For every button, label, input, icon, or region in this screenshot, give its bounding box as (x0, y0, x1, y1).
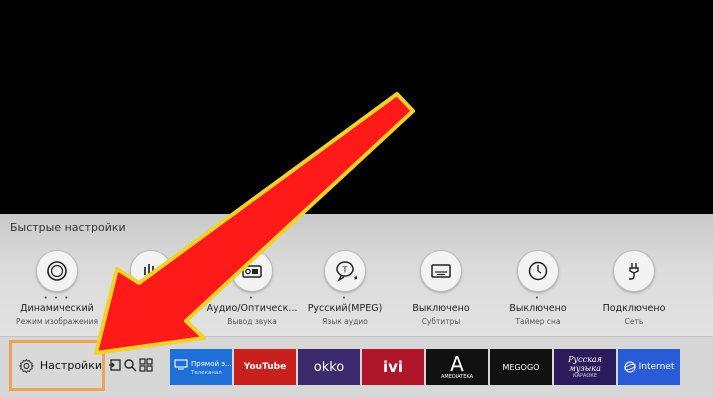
app-tile-sublabel: КАРАОКЕ (572, 373, 598, 379)
network-icon (613, 250, 655, 292)
audio-language-icon: T ★ (324, 250, 366, 292)
app-tile-amediateka[interactable]: A AMEDIATEKA (426, 349, 488, 385)
search-icon[interactable] (123, 358, 137, 372)
qs-item-sound-mode[interactable] (103, 250, 199, 306)
qs-item-sleep-timer[interactable]: • Выключено Таймер сна (490, 250, 586, 326)
app-tile-label: ivi (382, 358, 404, 376)
app-tile-megogo[interactable]: MEGOGO (490, 349, 552, 385)
app-tile-ivi[interactable]: ivi (362, 349, 424, 385)
source-icon[interactable] (108, 358, 122, 372)
svg-text:T: T (342, 266, 348, 275)
app-tile-label: okko (313, 359, 345, 375)
settings-label: Настройки (39, 359, 102, 372)
tv-screen (0, 0, 713, 214)
qs-label: Режим изображения (16, 317, 98, 326)
qs-item-subtitles[interactable]: Выключено Субтитры (393, 250, 489, 326)
apps-icon[interactable] (139, 358, 153, 372)
app-tile-internet[interactable]: Internet (618, 349, 680, 385)
app-tile-label: Internet (638, 362, 675, 372)
svg-text:★: ★ (353, 274, 357, 282)
app-tile-label: MEGOGO (502, 362, 540, 372)
app-tile-okko[interactable]: okko (298, 349, 360, 385)
picture-mode-icon (36, 250, 78, 292)
app-tile-label: Русская музыка (568, 355, 602, 373)
internet-globe-icon (623, 361, 636, 373)
app-tile-live-tv[interactable]: Прямой э... Телеканал (170, 349, 232, 385)
qs-value: Динамический (20, 303, 94, 314)
qs-item-network[interactable]: Подключено Сеть (586, 250, 682, 326)
app-tile-label: YouTube (243, 362, 287, 372)
app-tile-russkaya-muzyka[interactable]: Русская музыка КАРАОКЕ (554, 349, 616, 385)
qs-item-audio-language[interactable]: T ★ • Русский(MPEG) Язык аудио (297, 250, 393, 326)
settings-button[interactable]: Настройки (9, 340, 105, 391)
gear-icon (18, 357, 35, 374)
qs-item-sound-output[interactable]: • Аудио/Оптическ... Вывод звука (204, 250, 300, 326)
sound-output-icon (231, 250, 273, 292)
app-tile-label: A (450, 352, 464, 376)
subtitles-icon (420, 250, 462, 292)
quick-settings-title: Быстрые настройки (10, 221, 126, 234)
tv-icon (174, 358, 188, 369)
app-tile-youtube[interactable]: YouTube (234, 349, 296, 385)
app-tile-sublabel: Телеканал (191, 369, 222, 376)
app-tile-sublabel: AMEDIATEKA (440, 374, 474, 380)
qs-item-picture-mode[interactable]: • • • Динамический Режим изображения (9, 250, 105, 326)
sleep-timer-icon (517, 250, 559, 292)
app-tile-label: Прямой э... (191, 360, 232, 368)
sound-mode-icon (130, 250, 172, 292)
